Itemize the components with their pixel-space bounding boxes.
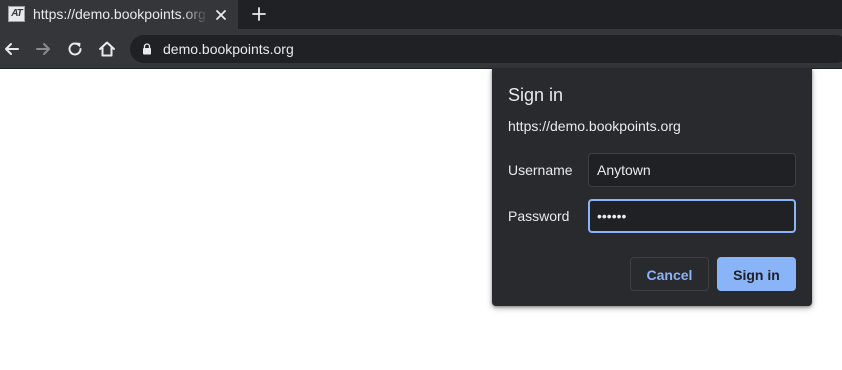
favicon-icon: AT [8, 6, 25, 22]
dialog-origin: https://demo.bookpoints.org [508, 118, 681, 134]
reload-button[interactable] [65, 39, 85, 59]
new-tab-button[interactable] [250, 5, 268, 23]
tab-strip: AT https://demo.bookpoints.org [0, 0, 842, 29]
cancel-button[interactable]: Cancel [630, 257, 709, 291]
url-text: demo.bookpoints.org [163, 41, 294, 57]
close-icon[interactable] [212, 6, 230, 24]
dialog-title: Sign in [508, 85, 564, 105]
username-label: Username [508, 162, 573, 178]
sign-in-dialog: Sign in https://demo.bookpoints.org User… [492, 68, 812, 306]
password-label: Password [508, 208, 570, 224]
sign-in-button[interactable]: Sign in [717, 257, 796, 291]
browser-toolbar: demo.bookpoints.org [0, 29, 842, 69]
home-button[interactable] [97, 39, 117, 59]
password-field[interactable]: •••••• [588, 199, 796, 233]
lock-icon[interactable] [142, 43, 152, 55]
address-bar[interactable]: demo.bookpoints.org [130, 35, 842, 63]
browser-tab[interactable]: AT https://demo.bookpoints.org [0, 0, 238, 29]
tab-title: https://demo.bookpoints.org [33, 6, 206, 22]
back-button[interactable] [2, 39, 22, 59]
forward-button[interactable] [33, 39, 53, 59]
username-field[interactable]: Anytown [588, 153, 796, 187]
